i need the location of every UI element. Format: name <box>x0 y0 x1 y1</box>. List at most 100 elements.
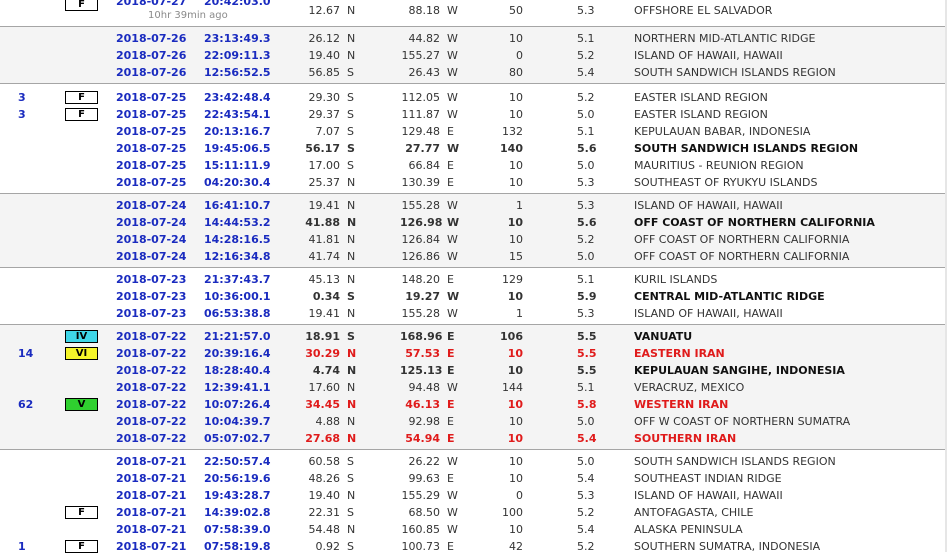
time-link[interactable]: 23:42:48.4 <box>204 89 271 106</box>
intensity-badge[interactable]: VI <box>65 347 98 360</box>
date-link[interactable]: 2018-07-22 <box>116 362 186 379</box>
date-link[interactable]: 2018-07-25 <box>116 106 186 123</box>
table-row[interactable]: 2018-07-22 21:21:57.0 18.91 S 168.96 E 106 5.5 V… <box>0 328 947 345</box>
time-link[interactable]: 21:37:43.7 <box>204 271 271 288</box>
time-link[interactable]: 20:42:03.0 <box>204 0 271 10</box>
time-link[interactable]: 14:28:16.5 <box>204 231 271 248</box>
date-link[interactable]: 2018-07-22 <box>116 413 186 430</box>
time-link[interactable]: 07:58:39.0 <box>204 521 271 538</box>
date-link[interactable]: 2018-07-22 <box>116 396 186 413</box>
time-link[interactable]: 10:04:39.7 <box>204 413 271 430</box>
date-link[interactable]: 2018-07-21 <box>116 453 186 470</box>
date-link[interactable]: 2018-07-21 <box>116 487 186 504</box>
time-link[interactable]: 07:58:19.8 <box>204 538 271 555</box>
time-link[interactable]: 16:41:10.7 <box>204 197 271 214</box>
table-row[interactable]: 2018-07-27 20:42:03.0 12.67 N 88.18 W 50 5.3 OFF… <box>0 0 947 22</box>
time-link[interactable]: 05:07:02.7 <box>204 430 271 447</box>
table-row[interactable]: 2018-07-22 12:39:41.1 17.60 N 94.48 W 144 5.1 VE… <box>0 379 947 396</box>
time-link[interactable]: 23:13:49.3 <box>204 30 271 47</box>
table-row[interactable]: 2018-07-24 16:41:10.7 19.41 N 155.28 W 1 5.3 ISL… <box>0 197 947 214</box>
date-link[interactable]: 2018-07-23 <box>116 288 186 305</box>
table-row[interactable]: 2018-07-25 19:45:06.5 56.17 S 27.77 W 140 5.6 SO… <box>0 140 947 157</box>
date-link[interactable]: 2018-07-26 <box>116 47 186 64</box>
table-row[interactable]: 2018-07-25 04:20:30.4 25.37 N 130.39 E 10 5.3 SO… <box>0 174 947 191</box>
felt-count[interactable]: 3 <box>18 106 48 123</box>
table-row[interactable]: 2018-07-22 05:07:02.7 27.68 N 54.94 E 10 5.4 SOU… <box>0 430 947 447</box>
table-row[interactable]: 62 2018-07-22 10:07:26.4 34.45 N 46.13 E 10 5.8 W… <box>0 396 947 413</box>
date-link[interactable]: 2018-07-25 <box>116 123 186 140</box>
time-link[interactable]: 12:39:41.1 <box>204 379 271 396</box>
table-row[interactable]: 2018-07-23 10:36:00.1 0.34 S 19.27 W 10 5.9 CENT… <box>0 288 947 305</box>
time-link[interactable]: 14:39:02.8 <box>204 504 271 521</box>
intensity-badge[interactable]: F <box>65 540 98 553</box>
date-link[interactable]: 2018-07-21 <box>116 504 186 521</box>
table-row[interactable]: 2018-07-25 20:13:16.7 7.07 S 129.48 E 132 5.1 KE… <box>0 123 947 140</box>
time-link[interactable]: 22:09:11.3 <box>204 47 271 64</box>
date-link[interactable]: 2018-07-24 <box>116 197 186 214</box>
date-link[interactable]: 2018-07-22 <box>116 328 186 345</box>
table-row[interactable]: 2018-07-21 22:50:57.4 60.58 S 26.22 W 10 5.0 SOU… <box>0 453 947 470</box>
time-link[interactable]: 19:43:28.7 <box>204 487 271 504</box>
time-link[interactable]: 15:11:11.9 <box>204 157 271 174</box>
date-link[interactable]: 2018-07-24 <box>116 231 186 248</box>
intensity-badge[interactable]: F <box>65 108 98 121</box>
table-row[interactable]: 2018-07-24 14:28:16.5 41.81 N 126.84 W 10 5.2 OF… <box>0 231 947 248</box>
intensity-badge[interactable]: F <box>65 0 98 11</box>
table-row[interactable]: 2018-07-22 10:04:39.7 4.88 N 92.98 E 10 5.0 OFF … <box>0 413 947 430</box>
time-link[interactable]: 22:50:57.4 <box>204 453 271 470</box>
date-link[interactable]: 2018-07-21 <box>116 470 186 487</box>
date-link[interactable]: 2018-07-21 <box>116 538 186 555</box>
table-row[interactable]: 2018-07-21 07:58:39.0 54.48 N 160.85 W 10 5.4 AL… <box>0 521 947 538</box>
time-link[interactable]: 10:07:26.4 <box>204 396 271 413</box>
date-link[interactable]: 2018-07-25 <box>116 174 186 191</box>
table-row[interactable]: 14 2018-07-22 20:39:16.4 30.29 N 57.53 E 10 5.5 E… <box>0 345 947 362</box>
time-link[interactable]: 20:39:16.4 <box>204 345 271 362</box>
time-link[interactable]: 20:13:16.7 <box>204 123 271 140</box>
time-link[interactable]: 19:45:06.5 <box>204 140 271 157</box>
intensity-badge[interactable]: V <box>65 398 98 411</box>
time-link[interactable]: 20:56:19.6 <box>204 470 271 487</box>
date-link[interactable]: 2018-07-25 <box>116 140 186 157</box>
date-link[interactable]: 2018-07-21 <box>116 521 186 538</box>
date-link[interactable]: 2018-07-22 <box>116 345 186 362</box>
felt-count[interactable]: 3 <box>18 89 48 106</box>
table-row[interactable]: 2018-07-23 06:53:38.8 19.41 N 155.28 W 1 5.3 ISL… <box>0 305 947 322</box>
time-link[interactable]: 21:21:57.0 <box>204 328 271 345</box>
table-row[interactable]: 3 2018-07-25 23:42:48.4 29.30 S 112.05 W 10 5.2 E… <box>0 89 947 106</box>
date-link[interactable]: 2018-07-23 <box>116 271 186 288</box>
date-link[interactable]: 2018-07-25 <box>116 157 186 174</box>
time-link[interactable]: 12:56:52.5 <box>204 64 271 81</box>
felt-count[interactable]: 14 <box>18 345 48 362</box>
time-link[interactable]: 22:43:54.1 <box>204 106 271 123</box>
time-link[interactable]: 18:28:40.4 <box>204 362 271 379</box>
time-link[interactable]: 12:16:34.8 <box>204 248 271 265</box>
table-row[interactable]: 2018-07-24 14:44:53.2 41.88 N 126.98 W 10 5.6 OF… <box>0 214 947 231</box>
date-link[interactable]: 2018-07-22 <box>116 430 186 447</box>
intensity-badge[interactable]: F <box>65 506 98 519</box>
table-row[interactable]: 2018-07-22 18:28:40.4 4.74 N 125.13 E 10 5.5 KEP… <box>0 362 947 379</box>
time-link[interactable]: 04:20:30.4 <box>204 174 271 191</box>
date-link[interactable]: 2018-07-24 <box>116 214 186 231</box>
table-row[interactable]: 2018-07-26 22:09:11.3 19.40 N 155.27 W 0 5.2 ISL… <box>0 47 947 64</box>
felt-count[interactable]: 1 <box>18 538 48 555</box>
date-link[interactable]: 2018-07-26 <box>116 64 186 81</box>
table-row[interactable]: 2018-07-26 23:13:49.3 26.12 N 44.82 W 10 5.1 NOR… <box>0 30 947 47</box>
table-row[interactable]: 2018-07-21 19:43:28.7 19.40 N 155.29 W 0 5.3 ISL… <box>0 487 947 504</box>
date-link[interactable]: 2018-07-24 <box>116 248 186 265</box>
table-row[interactable]: 2018-07-23 21:37:43.7 45.13 N 148.20 E 129 5.1 K… <box>0 271 947 288</box>
time-link[interactable]: 06:53:38.8 <box>204 305 271 322</box>
intensity-badge[interactable]: IV <box>65 330 98 343</box>
table-row[interactable]: 1 2018-07-21 07:58:19.8 0.92 S 100.73 E 42 5.2 SO… <box>0 538 947 555</box>
time-link[interactable]: 10:36:00.1 <box>204 288 271 305</box>
date-link[interactable]: 2018-07-23 <box>116 305 186 322</box>
time-link[interactable]: 14:44:53.2 <box>204 214 271 231</box>
table-row[interactable]: 2018-07-21 20:56:19.6 48.26 S 99.63 E 10 5.4 SOU… <box>0 470 947 487</box>
intensity-badge[interactable]: F <box>65 91 98 104</box>
table-row[interactable]: 2018-07-21 14:39:02.8 22.31 S 68.50 W 100 5.2 AN… <box>0 504 947 521</box>
table-row[interactable]: 2018-07-24 12:16:34.8 41.74 N 126.86 W 15 5.0 OF… <box>0 248 947 265</box>
date-link[interactable]: 2018-07-27 <box>116 0 186 10</box>
table-row[interactable]: 3 2018-07-25 22:43:54.1 29.37 S 111.87 W 10 5.0 E… <box>0 106 947 123</box>
date-link[interactable]: 2018-07-22 <box>116 379 186 396</box>
date-link[interactable]: 2018-07-25 <box>116 89 186 106</box>
table-row[interactable]: 2018-07-26 12:56:52.5 56.85 S 26.43 W 80 5.4 SOU… <box>0 64 947 81</box>
